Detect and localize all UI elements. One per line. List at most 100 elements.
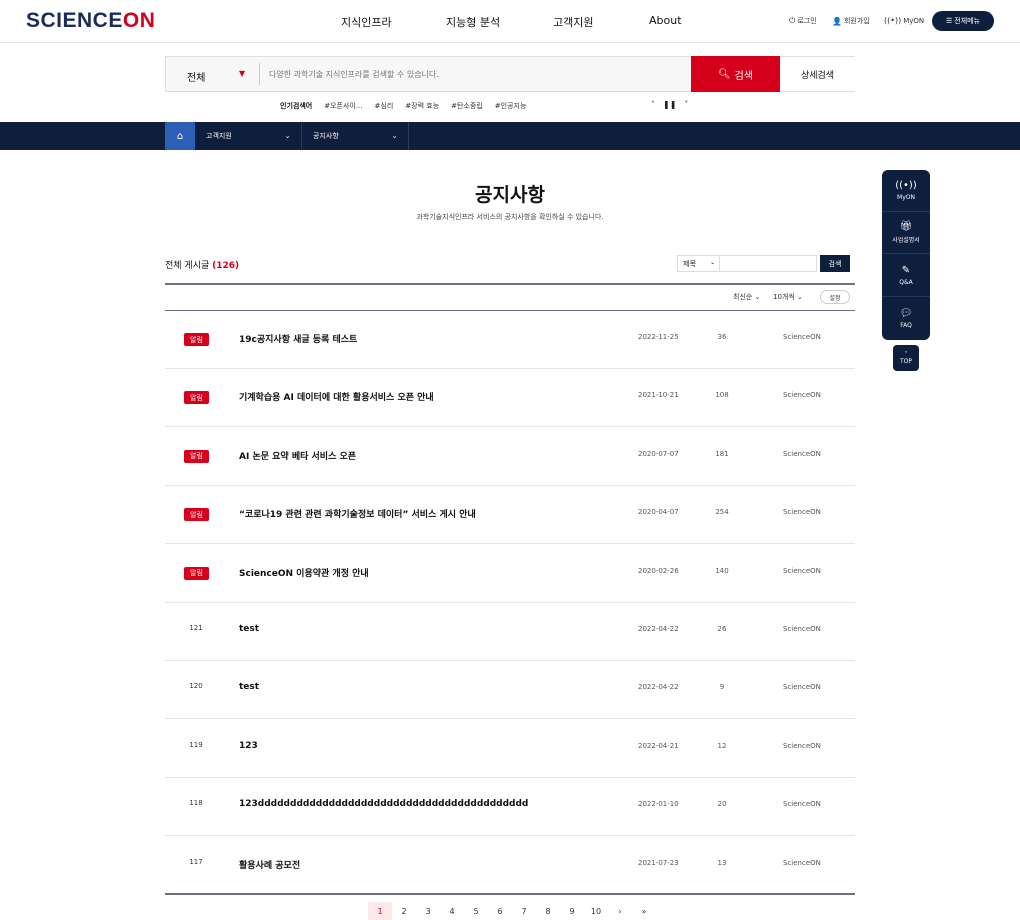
- table-row[interactable]: 알림 “코로나19 관련 관련 과학기술정보 데이터” 서비스 게시 안내 202…: [165, 486, 855, 545]
- popular-keyword[interactable]: #오픈사이...: [324, 101, 362, 111]
- post-number: 119: [189, 740, 203, 749]
- search-input[interactable]: [269, 63, 669, 85]
- page-link[interactable]: 5: [464, 902, 488, 920]
- post-title[interactable]: test: [239, 682, 259, 692]
- post-views: 12: [717, 741, 727, 750]
- next-page-icon[interactable]: ›: [608, 902, 632, 920]
- breadcrumb-customer-support[interactable]: 고객지원 ⌄: [195, 122, 302, 150]
- chevron-up-icon: ˄: [904, 351, 908, 358]
- table-row[interactable]: 알림 ScienceON 이용약관 개정 안내 2020-02-26 140 Sc…: [165, 545, 855, 603]
- table-row[interactable]: 118 123dddddddddddddddddddddddddddddddddd…: [165, 778, 855, 837]
- broadcast-icon: ((•)): [884, 16, 902, 25]
- page-link[interactable]: 4: [440, 902, 464, 920]
- popular-keyword[interactable]: #인공지능: [495, 101, 527, 111]
- page-link[interactable]: 1: [368, 902, 392, 920]
- table-row[interactable]: 알림 기계학습용 AI 데이터에 대한 활용서비스 오픈 안내 2021-10-2…: [165, 369, 855, 428]
- search-button[interactable]: 🔍︎ 검색: [691, 56, 780, 92]
- all-menu-button[interactable]: ☰ 전체메뉴: [932, 11, 994, 31]
- page-title: 공지사항: [475, 184, 545, 206]
- post-views: 254: [715, 508, 729, 517]
- post-date: 2022-01-10: [638, 800, 679, 809]
- scroll-top-button[interactable]: ˄ TOP: [893, 345, 919, 371]
- post-title[interactable]: ScienceON 이용약관 개정 안내: [239, 566, 369, 579]
- nav-intelligent-analysis[interactable]: 지능형 분석: [446, 14, 500, 30]
- edit-icon: ✎: [901, 265, 911, 276]
- myon-link[interactable]: ((•)) MyON: [884, 16, 924, 25]
- page-link[interactable]: 6: [488, 902, 512, 920]
- advanced-search-button[interactable]: 상세검색: [780, 57, 855, 91]
- chevron-down-icon[interactable]: ˅: [684, 100, 688, 109]
- site-header: SCIENCEON 지식인프라 지능형 분석 고객지원 About ⏻ 로그인 👤…: [0, 0, 1020, 43]
- pause-icon[interactable]: ❚❚: [663, 100, 676, 109]
- page-link[interactable]: 10: [584, 902, 608, 920]
- popular-keyword[interactable]: #장력 효능: [405, 101, 439, 111]
- post-date: 2022-04-22: [638, 683, 679, 692]
- post-title[interactable]: 기계학습용 AI 데이터에 대한 활용서비스 오픈 안내: [239, 390, 434, 403]
- post-title[interactable]: test: [239, 624, 259, 634]
- page-link[interactable]: 7: [512, 902, 536, 920]
- login-link[interactable]: ⏻ 로그인: [789, 16, 817, 26]
- post-date: 2020-02-26: [638, 566, 679, 575]
- menu-icon: ☰: [945, 17, 953, 25]
- home-button[interactable]: ⌂: [165, 122, 195, 150]
- table-row[interactable]: 120 test 2022-04-22 9 ScienceON: [165, 661, 855, 720]
- post-title[interactable]: 19c공지사항 새글 등록 테스트: [239, 332, 357, 345]
- nav-about[interactable]: About: [649, 14, 682, 27]
- quick-faq[interactable]: 💬︎ FAQ: [882, 297, 930, 339]
- table-row[interactable]: 알림 19c공지사항 새글 등록 테스트 2022-11-25 36 Scienc…: [165, 311, 855, 369]
- signup-link[interactable]: 👤 회원가입: [832, 16, 870, 26]
- post-author: ScienceON: [783, 449, 821, 458]
- board-search-button[interactable]: 검색: [820, 255, 850, 272]
- breadcrumb-notice[interactable]: 공지사항 ⌄: [302, 122, 409, 150]
- post-author: ScienceON: [783, 391, 821, 400]
- post-views: 20: [717, 800, 727, 809]
- pagination: 1 2 3 4 5 6 7 8 9 10 ›»: [368, 902, 656, 920]
- post-title[interactable]: 123: [239, 741, 258, 751]
- notice-badge: 알림: [184, 391, 209, 405]
- post-title[interactable]: 활용사례 공모전: [239, 858, 300, 871]
- page-link[interactable]: 9: [560, 902, 584, 920]
- last-page-icon[interactable]: »: [632, 902, 656, 920]
- popular-keywords: 인기검색어 #오픈사이... #심리 #장력 효능 #탄소중립 #인공지능: [280, 101, 526, 111]
- chevron-up-icon[interactable]: ˄: [651, 100, 655, 109]
- sort-select[interactable]: 최신순 ⌄: [733, 292, 760, 302]
- site-logo[interactable]: SCIENCEON: [26, 9, 155, 33]
- table-row[interactable]: 알림 AI 논문 요약 베타 서비스 오픈 2020-07-07 181 Scie…: [165, 428, 855, 486]
- post-date: 2020-04-07: [638, 508, 679, 517]
- search-scope-select[interactable]: 전체 ▼: [166, 57, 259, 91]
- popular-keywords-controls: ˄ ❚❚ ˅: [651, 100, 688, 109]
- page-link[interactable]: 2: [392, 902, 416, 920]
- popular-keyword[interactable]: #심리: [375, 101, 394, 111]
- page-link[interactable]: 8: [536, 902, 560, 920]
- user-add-icon: 👤: [832, 16, 842, 26]
- post-title[interactable]: 123ddddddddddddddddddddddddddddddddddddd…: [239, 799, 528, 809]
- caret-down-icon: ▼: [239, 69, 246, 78]
- home-icon: ⌂: [176, 130, 184, 142]
- quick-service-guide[interactable]: 🎁︎ 사업설명서: [882, 212, 930, 254]
- post-views: 140: [715, 566, 729, 575]
- table-row[interactable]: 117 활용사례 공모전 2021-07-23 13 ScienceON: [165, 837, 855, 895]
- post-date: 2022-04-22: [638, 625, 679, 633]
- post-author: ScienceON: [783, 800, 821, 809]
- page-link[interactable]: 3: [416, 902, 440, 920]
- post-title[interactable]: “코로나19 관련 관련 과학기술정보 데이터” 서비스 게시 안내: [239, 507, 476, 520]
- notice-badge: 알림: [184, 508, 209, 522]
- post-views: 108: [715, 391, 729, 400]
- chat-icon: 💬︎: [899, 307, 913, 319]
- quick-myon[interactable]: ((•)) MyON: [882, 170, 930, 212]
- nav-knowledge-infra[interactable]: 지식인프라: [341, 14, 392, 30]
- quick-qna[interactable]: ✎ Q&A: [882, 255, 930, 297]
- table-row[interactable]: 119 123 2022-04-21 12 ScienceON: [165, 720, 855, 778]
- apply-button[interactable]: 설정: [820, 290, 850, 304]
- nav-customer-support[interactable]: 고객지원: [553, 14, 593, 30]
- board-search-input[interactable]: [719, 255, 817, 272]
- table-row[interactable]: 121 test 2022-04-22 26 ScienceON: [165, 603, 855, 661]
- gift-icon: 🎁︎: [899, 221, 913, 232]
- popular-keyword[interactable]: #탄소중립: [451, 101, 483, 111]
- post-title[interactable]: AI 논문 요약 베타 서비스 오픈: [239, 449, 356, 462]
- chevron-down-icon: ⌄: [284, 131, 291, 140]
- divider: [259, 63, 260, 85]
- page-size-select[interactable]: 10개씩 ⌄: [773, 292, 803, 302]
- filter-field-select[interactable]: 제목 ⌄: [677, 255, 720, 272]
- total-posts: 전체 게시글 (126): [165, 261, 240, 271]
